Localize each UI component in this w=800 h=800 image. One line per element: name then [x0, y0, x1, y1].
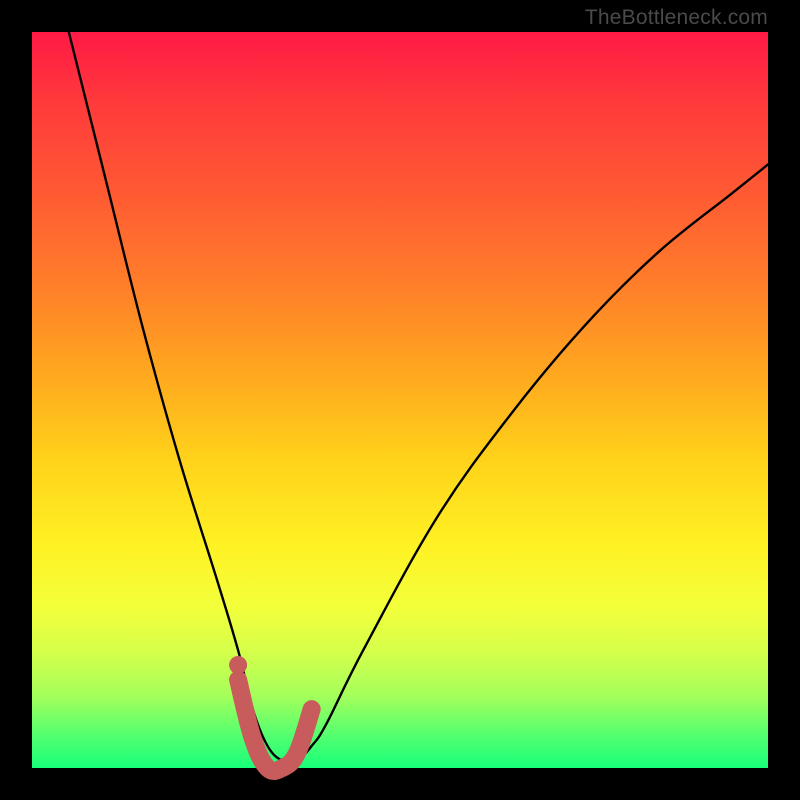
curve-layer [32, 32, 768, 768]
chart-frame: TheBottleneck.com [0, 0, 800, 800]
bottleneck-curve [69, 32, 768, 763]
marker-dot-icon [229, 656, 247, 674]
plot-area [32, 32, 768, 768]
attribution-text: TheBottleneck.com [585, 6, 768, 30]
selected-range-marker [238, 680, 312, 771]
